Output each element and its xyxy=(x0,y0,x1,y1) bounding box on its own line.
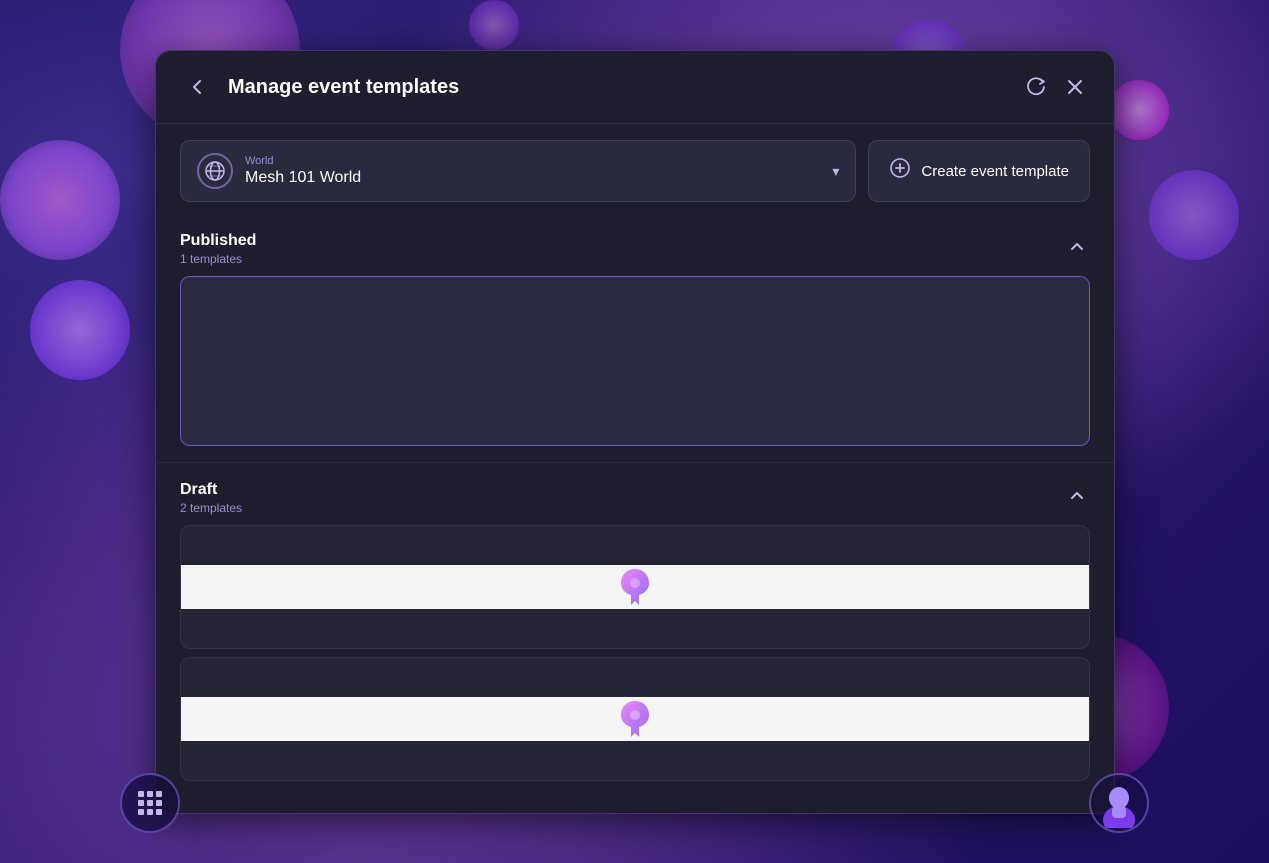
template-thumbnail-mesh xyxy=(181,565,1089,609)
close-icon xyxy=(1066,78,1084,96)
decoration-blob xyxy=(0,140,120,260)
avatar-icon xyxy=(1094,778,1144,828)
template-info: All hands meeting template Published Dat… xyxy=(1089,277,1090,445)
close-button[interactable] xyxy=(1060,71,1090,103)
grid-icon xyxy=(138,791,162,815)
modal-footer xyxy=(156,793,1114,813)
world-name: Mesh 101 World xyxy=(245,169,820,187)
globe-icon xyxy=(197,153,233,189)
world-row: World Mesh 101 World ▾ Create event temp… xyxy=(156,124,1114,218)
back-icon xyxy=(188,77,208,97)
header-actions xyxy=(1020,71,1090,103)
avatar-button[interactable] xyxy=(1089,773,1149,833)
chevron-down-icon: ▾ xyxy=(832,163,839,180)
refresh-button[interactable] xyxy=(1020,71,1052,103)
template-item[interactable]: Test template Draft Date modified: 10/4/… xyxy=(180,525,1090,649)
decoration-blob xyxy=(469,0,519,50)
template-item[interactable]: Alex's template Draft Date modified: 9/2… xyxy=(180,657,1090,781)
published-title: Published xyxy=(180,232,256,250)
draft-title-group: Draft 2 templates xyxy=(180,481,242,515)
published-collapse-button[interactable] xyxy=(1064,234,1090,265)
back-button[interactable] xyxy=(180,73,216,101)
draft-section-header: Draft 2 templates xyxy=(156,467,1114,525)
draft-count: 2 templates xyxy=(180,501,242,515)
template-info: Test template Draft Date modified: 10/4/… xyxy=(1089,526,1090,648)
mesh-logo-svg xyxy=(613,697,657,741)
decoration-blob xyxy=(30,280,130,380)
apps-button[interactable] xyxy=(120,773,180,833)
decoration-blob xyxy=(1109,80,1169,140)
chevron-up-icon xyxy=(1068,487,1086,505)
template-thumbnail-mesh xyxy=(181,697,1089,741)
modal-title: Manage event templates xyxy=(228,76,1008,99)
decoration-blob xyxy=(1149,170,1239,260)
world-info: World Mesh 101 World xyxy=(245,155,820,187)
create-button-label: Create event template xyxy=(921,163,1069,180)
published-templates-list: All hands meeting template Published Dat… xyxy=(156,276,1114,458)
template-item[interactable]: All hands meeting template Published Dat… xyxy=(180,276,1090,446)
refresh-icon xyxy=(1026,77,1046,97)
published-count: 1 templates xyxy=(180,252,256,266)
create-event-template-button[interactable]: Create event template xyxy=(868,140,1090,202)
plus-circle-icon xyxy=(889,157,911,185)
published-title-group: Published 1 templates xyxy=(180,232,256,266)
draft-collapse-button[interactable] xyxy=(1064,483,1090,514)
published-section-header: Published 1 templates xyxy=(156,218,1114,276)
mesh-logo-svg xyxy=(613,565,657,609)
template-info: Alex's template Draft Date modified: 9/2… xyxy=(1089,658,1090,780)
draft-templates-list: Test template Draft Date modified: 10/4/… xyxy=(156,525,1114,793)
draft-title: Draft xyxy=(180,481,242,499)
manage-templates-modal: Manage event templates xyxy=(155,50,1115,814)
modal-header: Manage event templates xyxy=(156,51,1114,124)
world-selector[interactable]: World Mesh 101 World ▾ xyxy=(180,140,856,202)
chevron-up-icon xyxy=(1068,238,1086,256)
section-divider xyxy=(156,462,1114,463)
world-label: World xyxy=(245,155,820,167)
